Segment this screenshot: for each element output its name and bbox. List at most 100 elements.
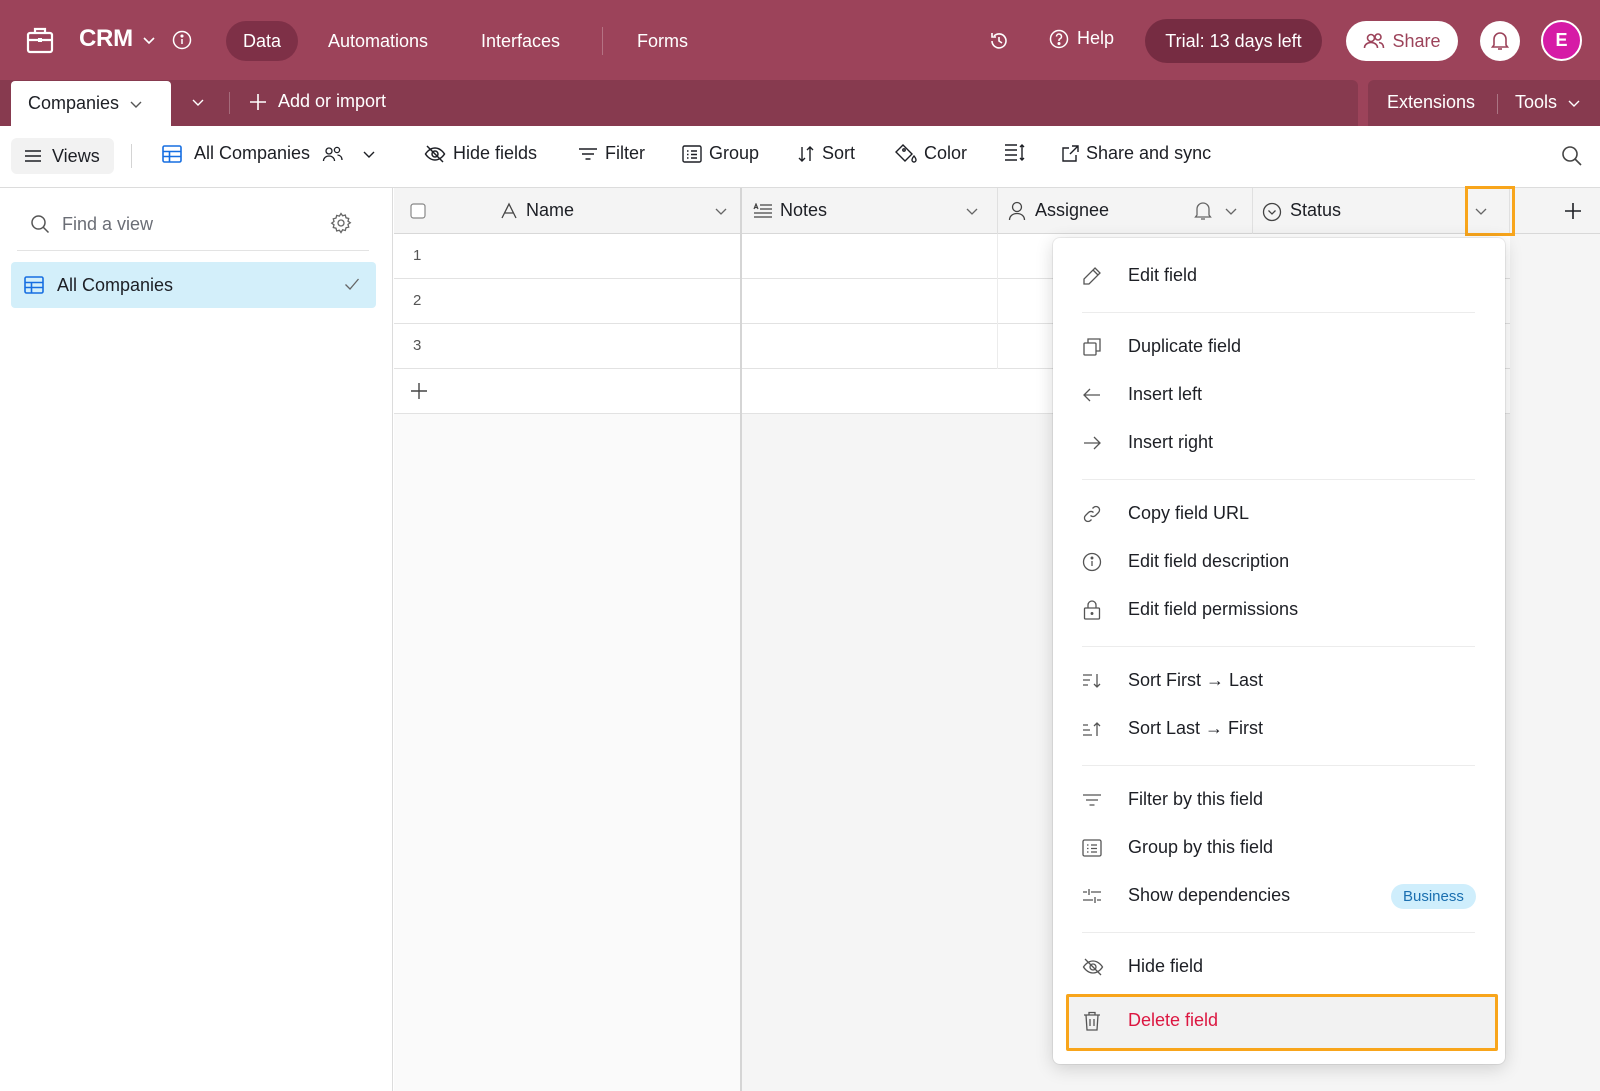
- view-switcher[interactable]: All Companies: [162, 143, 376, 164]
- help-button[interactable]: Help: [1049, 28, 1114, 49]
- column-header-name[interactable]: Name: [394, 188, 742, 234]
- menu-divider: [1082, 479, 1475, 480]
- menu-divider: [1082, 765, 1475, 766]
- paint-bucket-icon: [895, 143, 917, 164]
- toolbar-divider: [131, 144, 132, 168]
- frozen-column-body: 1 2 3: [394, 234, 742, 1091]
- share-button[interactable]: Share: [1346, 21, 1458, 61]
- menu-item-delete-field[interactable]: Delete field: [1053, 998, 1505, 1044]
- help-circle-icon: [1049, 29, 1069, 49]
- column-header-notes[interactable]: Notes: [743, 188, 998, 234]
- chevron-down-icon[interactable]: [965, 204, 979, 218]
- chevron-down-icon[interactable]: [1224, 204, 1238, 218]
- all-tables-chevron-icon[interactable]: [191, 95, 205, 109]
- dependencies-icon: [1082, 886, 1102, 906]
- chevron-down-icon[interactable]: [714, 204, 728, 218]
- chevron-down-icon[interactable]: [142, 33, 156, 47]
- find-view-placeholder: Find a view: [62, 213, 154, 234]
- search-icon[interactable]: [1561, 145, 1583, 167]
- row-height-button[interactable]: [1004, 143, 1026, 161]
- trial-badge[interactable]: Trial: 13 days left: [1145, 19, 1322, 63]
- briefcase-icon[interactable]: [24, 24, 56, 56]
- add-field-plus-icon[interactable]: [1564, 202, 1582, 220]
- find-view-input[interactable]: Find a view: [18, 207, 358, 241]
- share-and-sync-button[interactable]: Share and sync: [1061, 143, 1211, 164]
- color-label: Color: [924, 143, 968, 163]
- menu-item-sort-last-first[interactable]: Sort Last → First: [1053, 706, 1505, 752]
- info-icon[interactable]: [172, 30, 192, 50]
- menu-divider: [1082, 932, 1475, 933]
- menu-item-duplicate-field[interactable]: Duplicate field: [1053, 324, 1505, 370]
- menu-item-filter-by-field[interactable]: Filter by this field: [1053, 777, 1505, 823]
- row-number: 3: [413, 337, 422, 354]
- filter-button[interactable]: Filter: [578, 143, 645, 164]
- sort-button[interactable]: Sort: [797, 143, 855, 164]
- sort-label: Sort: [822, 143, 856, 163]
- hide-fields-button[interactable]: Hide fields: [424, 143, 537, 164]
- views-button[interactable]: Views: [11, 138, 114, 174]
- trash-icon: [1082, 1011, 1102, 1031]
- notifications-button[interactable]: [1480, 21, 1520, 61]
- table-row[interactable]: 1: [394, 234, 740, 279]
- sort-ascending-icon: [1082, 671, 1102, 691]
- arrow-right-icon: [1082, 433, 1102, 453]
- menu-item-group-by-field[interactable]: Group by this field: [1053, 825, 1505, 871]
- column-label: Status: [1290, 200, 1342, 220]
- circle-chevron-icon: [1262, 202, 1282, 222]
- menu-item-copy-field-url[interactable]: Copy field URL: [1053, 491, 1505, 537]
- group-label: Group: [709, 143, 760, 163]
- menu-item-edit-field[interactable]: Edit field: [1053, 253, 1505, 299]
- table-tab-bar: Companies Add or import Extensions Tools: [0, 80, 1600, 126]
- nav-automations[interactable]: Automations: [311, 21, 445, 61]
- select-all-checkbox[interactable]: [410, 203, 426, 219]
- sort-icon: [797, 145, 815, 163]
- column-header-assignee[interactable]: Assignee: [998, 188, 1253, 234]
- base-name[interactable]: CRM: [79, 25, 133, 53]
- lock-icon: [1082, 600, 1102, 620]
- user-avatar[interactable]: E: [1541, 20, 1582, 61]
- menu-item-sort-first-last[interactable]: Sort First → Last: [1053, 658, 1505, 704]
- table-tab-companies[interactable]: Companies: [11, 81, 171, 126]
- menu-item-edit-field-permissions[interactable]: Edit field permissions: [1053, 587, 1505, 633]
- table-row[interactable]: 2: [394, 279, 740, 324]
- bell-icon[interactable]: [1194, 201, 1212, 221]
- tools-button[interactable]: Tools: [1515, 92, 1581, 113]
- nav-divider: [602, 27, 603, 55]
- bell-icon: [1491, 31, 1509, 51]
- table-row[interactable]: 3: [394, 324, 740, 369]
- search-icon: [30, 214, 50, 234]
- menu-item-show-dependencies[interactable]: Show dependencies Business: [1053, 873, 1505, 919]
- nav-interfaces[interactable]: Interfaces: [464, 21, 577, 61]
- nav-forms[interactable]: Forms: [620, 21, 705, 61]
- menu-item-insert-left[interactable]: Insert left: [1053, 372, 1505, 418]
- chevron-down-icon: [1567, 96, 1581, 110]
- extensions-button[interactable]: Extensions: [1387, 92, 1475, 113]
- sort-descending-icon: [1082, 719, 1102, 739]
- menu-item-hide-field[interactable]: Hide field: [1053, 944, 1505, 990]
- color-button[interactable]: Color: [895, 143, 967, 164]
- add-row-button[interactable]: [394, 369, 740, 414]
- menu-divider: [1082, 646, 1475, 647]
- group-icon: [682, 144, 702, 163]
- user-icon: [1008, 201, 1026, 221]
- duplicate-icon: [1082, 337, 1102, 357]
- eye-off-icon: [1082, 957, 1104, 977]
- add-or-import-button[interactable]: Add or import: [249, 91, 386, 112]
- current-view-name: All Companies: [194, 143, 311, 163]
- users-icon: [1363, 32, 1385, 50]
- chevron-down-icon[interactable]: [129, 97, 143, 111]
- filter-icon: [1082, 790, 1102, 810]
- tab-divider: [229, 92, 230, 114]
- nav-data[interactable]: Data: [226, 21, 299, 61]
- gear-icon[interactable]: [330, 212, 352, 234]
- help-label: Help: [1077, 28, 1115, 48]
- sidebar-view-all-companies[interactable]: All Companies: [11, 262, 376, 308]
- arrow-left-icon: [1082, 385, 1102, 405]
- views-sidebar: Find a view All Companies: [0, 188, 393, 1091]
- menu-item-edit-field-description[interactable]: Edit field description: [1053, 539, 1505, 585]
- menu-item-insert-right[interactable]: Insert right: [1053, 420, 1505, 466]
- history-icon[interactable]: [988, 30, 1010, 52]
- grid-view-icon: [162, 144, 182, 163]
- group-button[interactable]: Group: [682, 143, 759, 164]
- column-label: Assignee: [1035, 200, 1110, 220]
